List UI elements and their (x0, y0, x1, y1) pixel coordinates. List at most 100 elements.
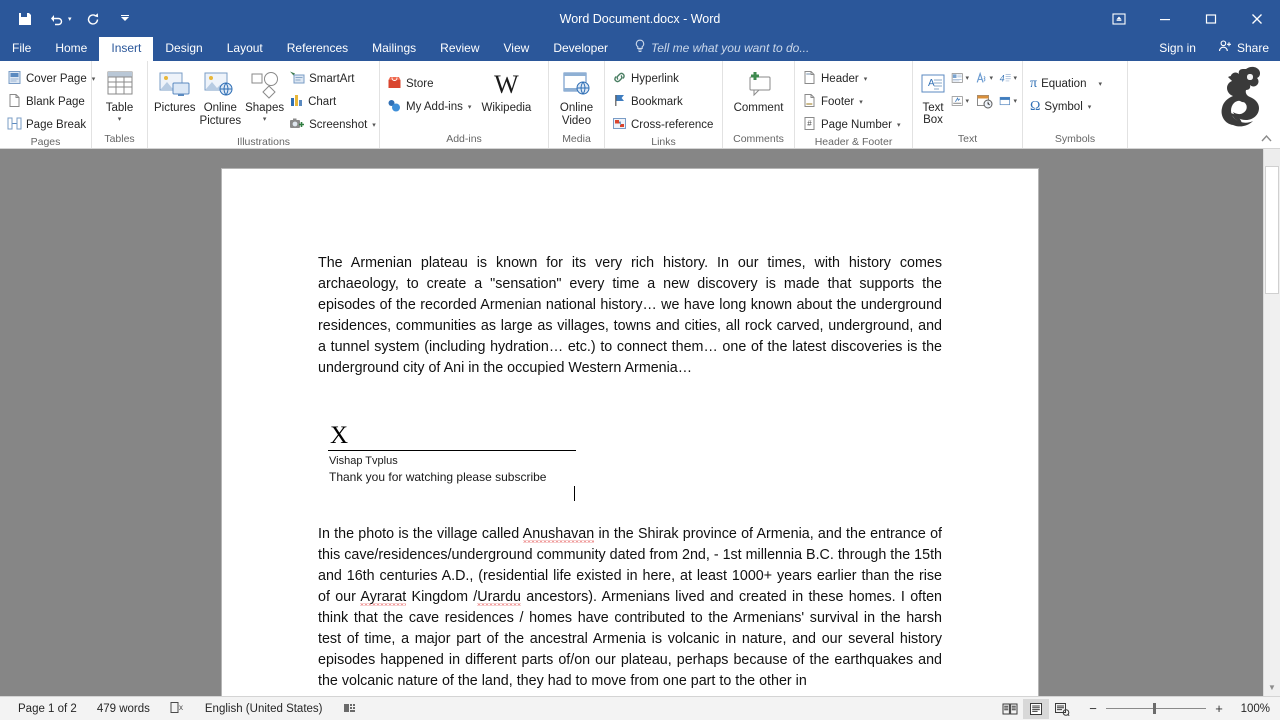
pictures-button[interactable]: Pictures (152, 64, 198, 115)
equation-button[interactable]: π Equation ▾ (1027, 72, 1107, 95)
tab-mailings[interactable]: Mailings (360, 37, 428, 61)
document-page[interactable]: The Armenian plateau is known for its ve… (222, 169, 1038, 696)
redo-icon[interactable] (78, 6, 108, 32)
misspelled-word-urardu[interactable]: Urardu (477, 589, 521, 606)
text-box-button[interactable]: A TextBox ▾ (917, 64, 949, 126)
chart-button[interactable]: Chart (286, 90, 381, 113)
tab-insert[interactable]: Insert (99, 37, 154, 61)
drop-cap-button[interactable]: 4 ▾ (997, 67, 1019, 89)
undo-dropdown-caret[interactable]: ▾ (68, 15, 76, 23)
tab-file[interactable]: File (0, 37, 43, 61)
online-video-button[interactable]: Online Video (553, 64, 600, 128)
document-paragraph-1[interactable]: The Armenian plateau is known for its ve… (318, 253, 942, 379)
wordart-button[interactable]: ▾ (973, 67, 995, 89)
shapes-label: Shapes (245, 102, 285, 114)
zoom-slider-thumb[interactable] (1153, 703, 1156, 714)
scroll-down-icon[interactable]: ▼ (1264, 679, 1280, 696)
wikipedia-button[interactable]: W Wikipedia (476, 64, 536, 115)
chevron-down-icon[interactable]: ▾ (1013, 97, 1017, 105)
zoom-control[interactable]: − + 100% (1075, 701, 1270, 716)
zoom-out-button[interactable]: − (1087, 701, 1099, 716)
chevron-down-icon[interactable]: ▾ (1098, 80, 1102, 88)
bookmark-button[interactable]: Bookmark (609, 90, 718, 113)
sign-in-button[interactable]: Sign in (1148, 37, 1207, 60)
footer-button[interactable]: Footer ▾ (799, 90, 905, 113)
misspelled-word-ayrarat[interactable]: Ayrarat (360, 589, 407, 606)
ribbon-display-options-icon[interactable] (1096, 0, 1142, 37)
chevron-down-icon[interactable]: ▾ (864, 75, 868, 83)
tab-layout[interactable]: Layout (215, 37, 275, 61)
minimize-icon[interactable] (1142, 0, 1188, 37)
table-button[interactable]: Table ▾ (96, 64, 143, 124)
comment-label: Comment (733, 102, 784, 114)
page-number-button[interactable]: # Page Number ▾ (799, 113, 905, 136)
close-icon[interactable] (1234, 0, 1280, 37)
header-label: Header (821, 72, 859, 85)
record-macro-icon[interactable] (333, 701, 367, 717)
chevron-down-icon[interactable]: ▾ (965, 97, 969, 105)
tab-design[interactable]: Design (153, 37, 214, 61)
quick-parts-button[interactable]: ▾ (949, 67, 971, 89)
online-pictures-button[interactable]: Online Pictures (198, 64, 244, 128)
collapse-ribbon-icon[interactable] (1261, 134, 1272, 146)
signature-line-button[interactable]: ▾ (949, 90, 971, 112)
zoom-slider[interactable] (1106, 703, 1206, 715)
group-label-text: Text (957, 133, 978, 145)
shapes-button[interactable]: Shapes ▾ (243, 64, 286, 124)
header-button[interactable]: Header ▾ (799, 67, 905, 90)
chevron-down-icon[interactable]: ▾ (118, 116, 122, 124)
tab-developer[interactable]: Developer (541, 37, 620, 61)
group-label-tables: Tables (104, 133, 135, 145)
smartart-button[interactable]: SmartArt (286, 67, 381, 90)
blank-page-button[interactable]: Blank Page (4, 90, 100, 113)
chevron-down-icon[interactable]: ▾ (1013, 74, 1017, 82)
chevron-down-icon[interactable]: ▾ (263, 116, 267, 124)
view-web-layout-icon[interactable] (1049, 699, 1075, 719)
restore-icon[interactable] (1188, 0, 1234, 37)
document-paragraph-2[interactable]: In the photo is the village called Anush… (318, 524, 942, 692)
cover-page-button[interactable]: Cover Page ▾ (4, 67, 100, 90)
text-cursor-line (318, 485, 942, 503)
scrollbar-track-top[interactable] (1264, 149, 1280, 166)
tell-me-search[interactable]: Tell me what you want to do... (620, 35, 819, 61)
scrollbar-thumb[interactable] (1265, 166, 1279, 294)
cross-reference-button[interactable]: Cross-reference (609, 113, 718, 136)
screenshot-button[interactable]: Screenshot ▾ (286, 113, 381, 136)
hyperlink-button[interactable]: Hyperlink (609, 67, 718, 90)
vertical-scrollbar[interactable]: ▲ ▼ (1263, 149, 1280, 696)
chevron-down-icon[interactable]: ▾ (468, 103, 472, 111)
my-addins-button[interactable]: My Add-ins ▾ (384, 95, 476, 118)
object-button[interactable]: ▾ (997, 90, 1019, 112)
view-read-mode-icon[interactable] (997, 699, 1023, 719)
page-indicator[interactable]: Page 1 of 2 (8, 703, 87, 715)
tab-view[interactable]: View (492, 37, 542, 61)
page-break-button[interactable]: Page Break (4, 113, 100, 136)
symbol-button[interactable]: Ω Symbol ▾ (1027, 95, 1107, 118)
word-count[interactable]: 479 words (87, 703, 160, 715)
window-title: Word Document.docx - Word (559, 11, 721, 26)
share-button[interactable]: Share (1207, 35, 1280, 61)
store-button[interactable]: Store (384, 72, 476, 95)
comment-button[interactable]: Comment (727, 64, 790, 115)
chevron-down-icon[interactable]: ▾ (965, 74, 969, 82)
zoom-level-label[interactable]: 100% (1232, 703, 1270, 715)
chevron-down-icon[interactable]: ▾ (859, 98, 863, 106)
tab-home[interactable]: Home (43, 37, 99, 61)
save-icon[interactable] (10, 6, 40, 32)
date-time-button[interactable] (973, 90, 995, 112)
text-cursor (574, 486, 575, 501)
chevron-down-icon[interactable]: ▾ (372, 121, 376, 129)
signature-block[interactable]: X Vishap Tvplus Thank you for watching p… (328, 423, 576, 485)
text-box-icon: A (919, 68, 947, 102)
misspelled-word-anushavan[interactable]: Anushavan (522, 526, 595, 543)
view-print-layout-icon[interactable] (1023, 698, 1049, 719)
zoom-in-button[interactable]: + (1213, 701, 1225, 716)
chevron-down-icon[interactable]: ▾ (1088, 103, 1092, 111)
chevron-down-icon[interactable]: ▾ (989, 74, 993, 82)
tab-review[interactable]: Review (428, 37, 491, 61)
language-indicator[interactable]: English (United States) (195, 703, 333, 715)
proofing-errors-icon[interactable]: x (160, 701, 195, 717)
chevron-down-icon[interactable]: ▾ (897, 121, 901, 129)
tab-references[interactable]: References (275, 37, 360, 61)
customize-quick-access-icon[interactable] (110, 6, 140, 32)
